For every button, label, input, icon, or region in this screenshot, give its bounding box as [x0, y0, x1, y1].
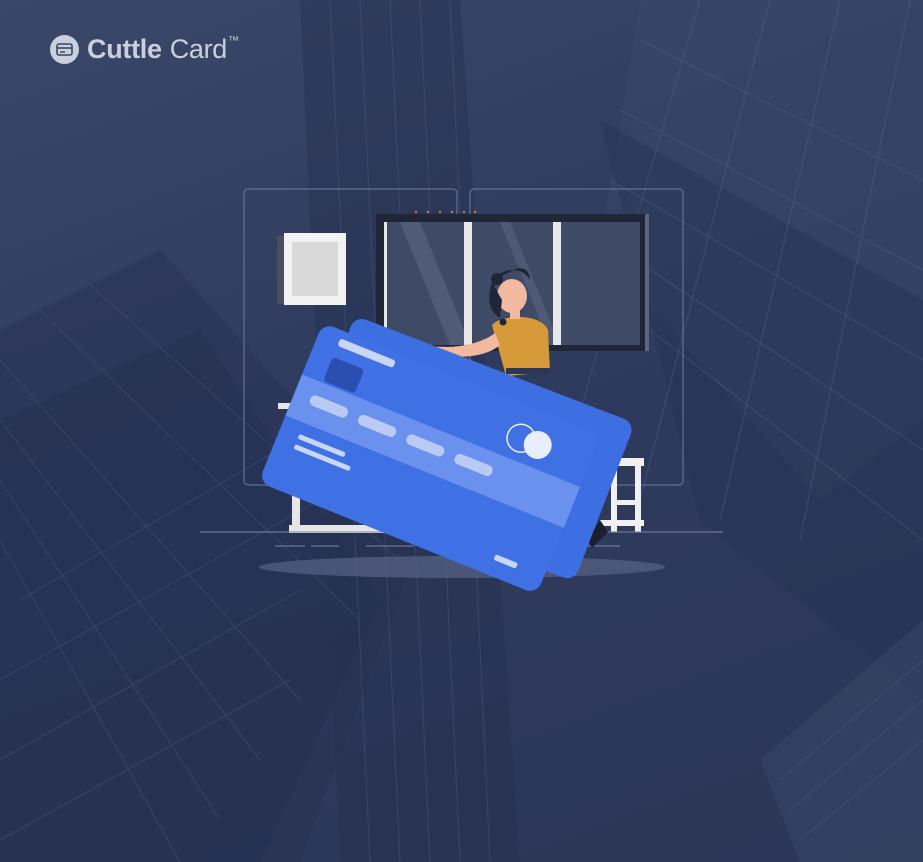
hero-illustration	[200, 188, 723, 591]
hero-banner: Cuttle Card ™	[0, 0, 923, 862]
picture-frame-icon	[277, 233, 346, 305]
